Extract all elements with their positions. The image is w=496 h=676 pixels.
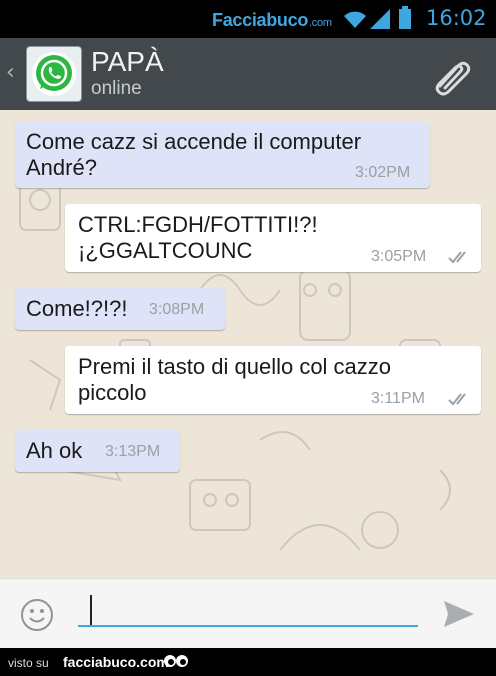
double-check-icon: [448, 251, 466, 264]
message-time: 3:08PM: [149, 301, 205, 318]
text-cursor: [90, 595, 92, 625]
message-text: Come cazz si accende il computer André?: [26, 129, 362, 180]
message-composer: [0, 578, 496, 649]
footer-site-link[interactable]: facciabuco.com: [63, 654, 169, 670]
chevron-left-icon[interactable]: ‹: [6, 60, 15, 85]
message-bubble-incoming[interactable]: Come!?!?! 3:08PM: [15, 288, 225, 330]
message-time: 3:02PM: [355, 164, 411, 181]
send-icon[interactable]: [442, 599, 476, 633]
battery-icon: [398, 6, 412, 34]
brand-suffix: .com: [309, 17, 332, 29]
brand-watermark: Facciabuco.com: [212, 10, 332, 31]
chat-area[interactable]: Come cazz si accende il computer André? …: [0, 110, 496, 578]
smiley-icon[interactable]: [20, 598, 54, 636]
clock: 16:02: [426, 6, 487, 30]
status-bar: Facciabuco.com 16:02: [0, 0, 496, 38]
contact-avatar[interactable]: [26, 46, 82, 102]
contact-status: online: [91, 78, 142, 99]
message-input[interactable]: [78, 593, 418, 627]
message-time: 3:05PM: [371, 248, 427, 265]
paperclip-icon[interactable]: [430, 56, 474, 100]
whatsapp-logo: [32, 52, 76, 96]
conversation-header: ‹ PAPÀ online: [0, 38, 496, 110]
message-time: 3:13PM: [105, 443, 161, 460]
brand-main: Facciabuco: [212, 10, 309, 30]
footer-visto-label: visto su: [8, 656, 49, 670]
contact-name[interactable]: PAPÀ: [91, 46, 164, 78]
message-time: 3:11PM: [371, 390, 425, 407]
message-bubble-incoming[interactable]: Come cazz si accende il computer André? …: [15, 122, 430, 188]
watermark-footer: visto su facciabuco.com: [0, 648, 496, 675]
message-bubble-outgoing[interactable]: CTRL:FGDH/FOTTITI!?! ¡¿GGALTCOUNC 3:05PM: [65, 204, 481, 272]
message-bubble-incoming[interactable]: Ah ok 3:13PM: [15, 430, 180, 472]
wifi-icon: [342, 8, 368, 34]
eyes-icon: [163, 653, 189, 676]
double-check-icon: [448, 393, 466, 406]
message-text: CTRL:FGDH/FOTTITI!?! ¡¿GGALTCOUNC: [78, 212, 318, 263]
message-text: Ah ok: [26, 438, 83, 463]
signal-icon: [368, 8, 392, 34]
message-bubble-outgoing[interactable]: Premi il tasto di quello col cazzo picco…: [65, 346, 481, 414]
message-text: Come!?!?!: [26, 296, 128, 321]
